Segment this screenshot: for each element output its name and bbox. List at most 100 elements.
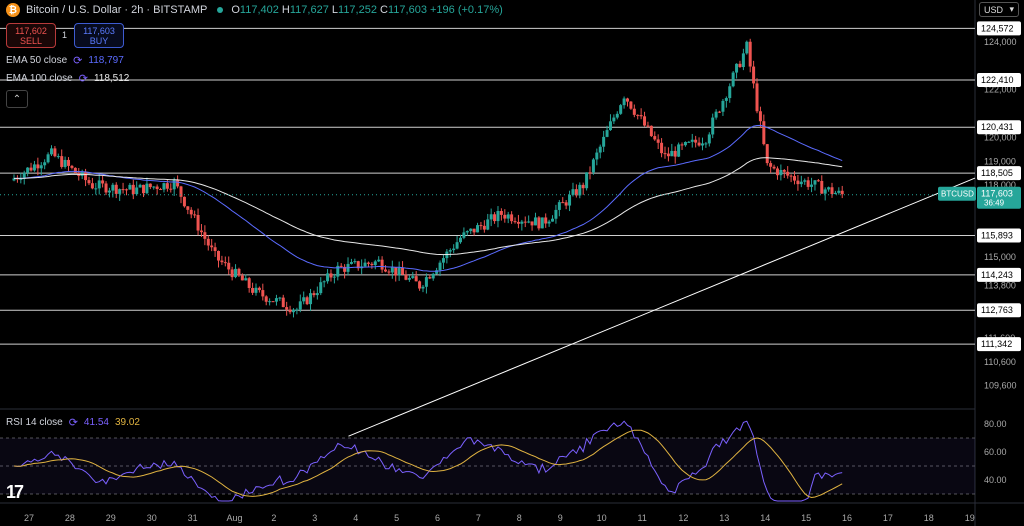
candle <box>438 262 442 271</box>
candle <box>738 63 742 68</box>
ema50-legend[interactable]: EMA 50 close ⟳ 118,797 <box>6 54 124 67</box>
candle <box>806 180 810 187</box>
candle <box>421 286 425 289</box>
sell-price: 117,602 <box>15 25 47 36</box>
candle <box>176 179 180 187</box>
candle <box>377 259 381 262</box>
candle <box>390 267 394 273</box>
candle <box>816 180 820 182</box>
candle <box>728 86 732 99</box>
chevron-up-icon: ⌃ <box>12 93 22 105</box>
candle <box>298 301 302 310</box>
candle <box>281 297 285 308</box>
currency-selector[interactable]: USD ▾ <box>979 2 1019 17</box>
chart-canvas[interactable]: 124,000122,000120,000119,000118,000115,0… <box>0 0 1024 526</box>
candle <box>557 202 561 210</box>
candle <box>731 72 735 87</box>
candle <box>605 130 609 137</box>
candle <box>595 152 599 160</box>
candle <box>329 273 333 278</box>
level-price-label: 118,505 <box>981 168 1013 178</box>
ema100-label: EMA 100 close <box>6 73 73 84</box>
candle <box>639 115 643 117</box>
buy-label: BUY <box>89 35 109 46</box>
candle <box>43 162 47 166</box>
candle <box>162 183 166 190</box>
candle <box>288 309 292 313</box>
candle <box>380 259 384 270</box>
candle <box>721 100 725 112</box>
candle <box>837 190 841 193</box>
candle <box>302 297 306 302</box>
candle <box>315 293 319 296</box>
candle <box>305 297 309 305</box>
y-tick-label: 124,000 <box>984 37 1017 47</box>
level-price-label: 120,431 <box>981 122 1014 132</box>
candle <box>530 221 534 226</box>
candle <box>152 186 156 188</box>
candle <box>322 281 326 283</box>
symbol-title[interactable]: Bitcoin / U.S. Dollar · 2h · BITSTAMP <box>26 4 207 16</box>
buy-button[interactable]: 117,603 BUY <box>74 23 124 48</box>
order-quantity[interactable]: 1 <box>62 30 67 40</box>
candle <box>748 41 752 67</box>
ema100-legend[interactable]: EMA 100 close ⟳ 118,512 <box>6 72 129 85</box>
candle <box>234 268 238 278</box>
candle <box>418 281 422 289</box>
candle <box>571 189 575 195</box>
candle <box>264 296 268 302</box>
candle <box>394 267 398 276</box>
candle <box>608 121 612 131</box>
candle <box>46 154 50 163</box>
y-tick-label: 119,000 <box>984 156 1016 166</box>
x-tick-label: 12 <box>678 513 688 523</box>
collapse-legend-button[interactable]: ⌃ <box>6 90 28 108</box>
sell-button[interactable]: 117,602 SELL <box>6 23 56 48</box>
candle <box>247 278 251 288</box>
x-tick-label: 28 <box>65 513 75 523</box>
market-status-icon <box>217 7 224 13</box>
candle <box>452 248 456 251</box>
level-price-label: 124,572 <box>981 23 1014 33</box>
candle <box>506 214 510 219</box>
candle <box>111 184 115 191</box>
candle <box>237 268 241 276</box>
x-tick-label: 7 <box>476 513 481 523</box>
candle <box>741 53 745 68</box>
candle <box>680 144 684 146</box>
x-tick-label: 17 <box>883 513 893 523</box>
candle <box>227 262 231 270</box>
candle <box>656 139 660 143</box>
candle <box>687 141 691 143</box>
candle <box>758 111 762 122</box>
ohlc-values: O117,402 H117,627 L117,252 C117,603 +196… <box>231 4 503 16</box>
candle <box>230 269 234 278</box>
ema50-value: 118,797 <box>88 55 124 66</box>
candle <box>690 139 694 142</box>
candle <box>366 262 370 264</box>
candle <box>326 273 330 282</box>
x-tick-label: 10 <box>597 513 607 523</box>
candle <box>551 218 555 222</box>
y-tick-label: 109,600 <box>984 381 1017 391</box>
x-tick-label: 19 <box>965 513 975 523</box>
rsi-tick-label: 80.00 <box>984 419 1007 429</box>
candle <box>724 98 728 101</box>
candle <box>254 287 258 293</box>
candle <box>121 189 125 191</box>
candle <box>370 263 374 266</box>
level-price-label: 114,243 <box>981 270 1013 280</box>
level-price-label: 112,763 <box>981 305 1013 315</box>
candle <box>70 165 74 168</box>
rsi-legend[interactable]: RSI 14 close ⟳ 41.54 39.02 <box>6 416 140 429</box>
candle <box>629 101 633 109</box>
candle <box>155 186 159 190</box>
candle <box>373 261 377 266</box>
candle <box>649 125 653 137</box>
x-tick-label: 8 <box>517 513 522 523</box>
candle <box>476 225 480 233</box>
candle <box>387 271 391 273</box>
candle <box>496 211 500 222</box>
candle <box>179 186 183 197</box>
buy-price: 117,603 <box>83 25 115 36</box>
